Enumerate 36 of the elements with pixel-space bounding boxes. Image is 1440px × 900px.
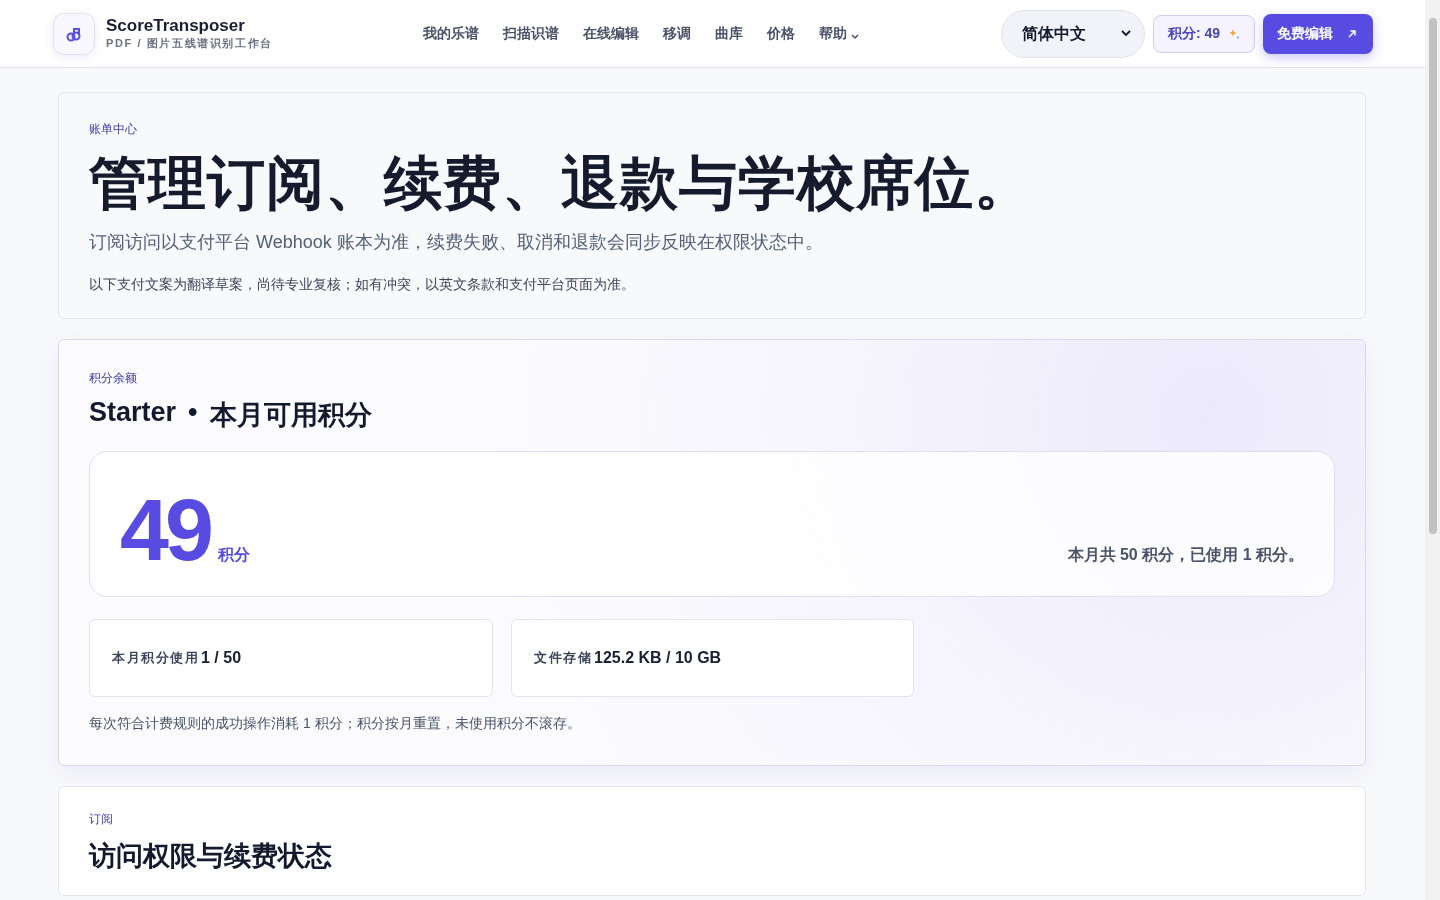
brand-tagline: PDF / 图片五线谱识别工作台	[106, 36, 273, 51]
credit-balance: 49	[120, 495, 210, 566]
sparkle-icon	[1228, 27, 1240, 40]
language-select[interactable]: 简体中文	[1000, 9, 1145, 58]
scrollbar[interactable]	[1425, 0, 1440, 900]
external-link-icon	[1347, 28, 1357, 39]
separator-dot: •	[188, 396, 198, 429]
logo-icon[interactable]	[53, 12, 95, 55]
eyebrow-label: 账单中心	[89, 121, 138, 138]
nav-link[interactable]: 移调	[663, 24, 691, 43]
section-title: 访问权限与续费状态	[89, 839, 333, 873]
credit-unit: 积分	[217, 544, 250, 565]
credits-badge[interactable]: 积分: 49	[1152, 14, 1255, 53]
stat-value: 1 / 50	[201, 648, 242, 667]
stat-label: 文件存储	[534, 648, 592, 667]
eyebrow-label: 订阅	[89, 810, 114, 828]
brand-name: ScoreTransposer	[106, 16, 246, 36]
credits-note: 每次符合计费规则的成功操作消耗 1 积分；积分按月重置，未使用积分不滚存。	[89, 714, 582, 733]
usage-summary: 本月共 50 积分，已使用 1 积分。	[1067, 544, 1304, 565]
nav-link[interactable]: 曲库	[715, 24, 743, 43]
edit-button[interactable]: 免费编辑	[1263, 13, 1373, 54]
subtitle: 订阅访问以支付平台 Webhook 账本为准，续费失败、取消和退款会同步反映在权限状态中。	[89, 230, 824, 254]
nav-dropdown[interactable]: 帮助	[819, 24, 859, 43]
eyebrow-label: 积分余额	[89, 369, 138, 387]
translation-note: 以下支付文案为翻译草案，尚待专业复核；如有冲突，以英文条款和支付平台页面为准。	[89, 275, 636, 294]
nav-link[interactable]: 我的乐谱	[423, 24, 479, 43]
nav-link[interactable]: 扫描识谱	[503, 24, 559, 43]
chevron-icon	[1120, 30, 1131, 37]
stat-value: 125.2 KB / 10 GB	[594, 648, 722, 667]
section-title: 本月可用积分	[209, 398, 372, 432]
stat-label: 本月积分使用	[112, 648, 199, 667]
page-title: 管理订阅、续费、退款与学校席位。	[89, 149, 1034, 217]
nav-link[interactable]: 在线编辑	[583, 24, 639, 43]
nav-link[interactable]: 价格	[767, 24, 795, 43]
plan-name: Starter	[89, 396, 177, 429]
chevron-icon	[851, 33, 859, 40]
